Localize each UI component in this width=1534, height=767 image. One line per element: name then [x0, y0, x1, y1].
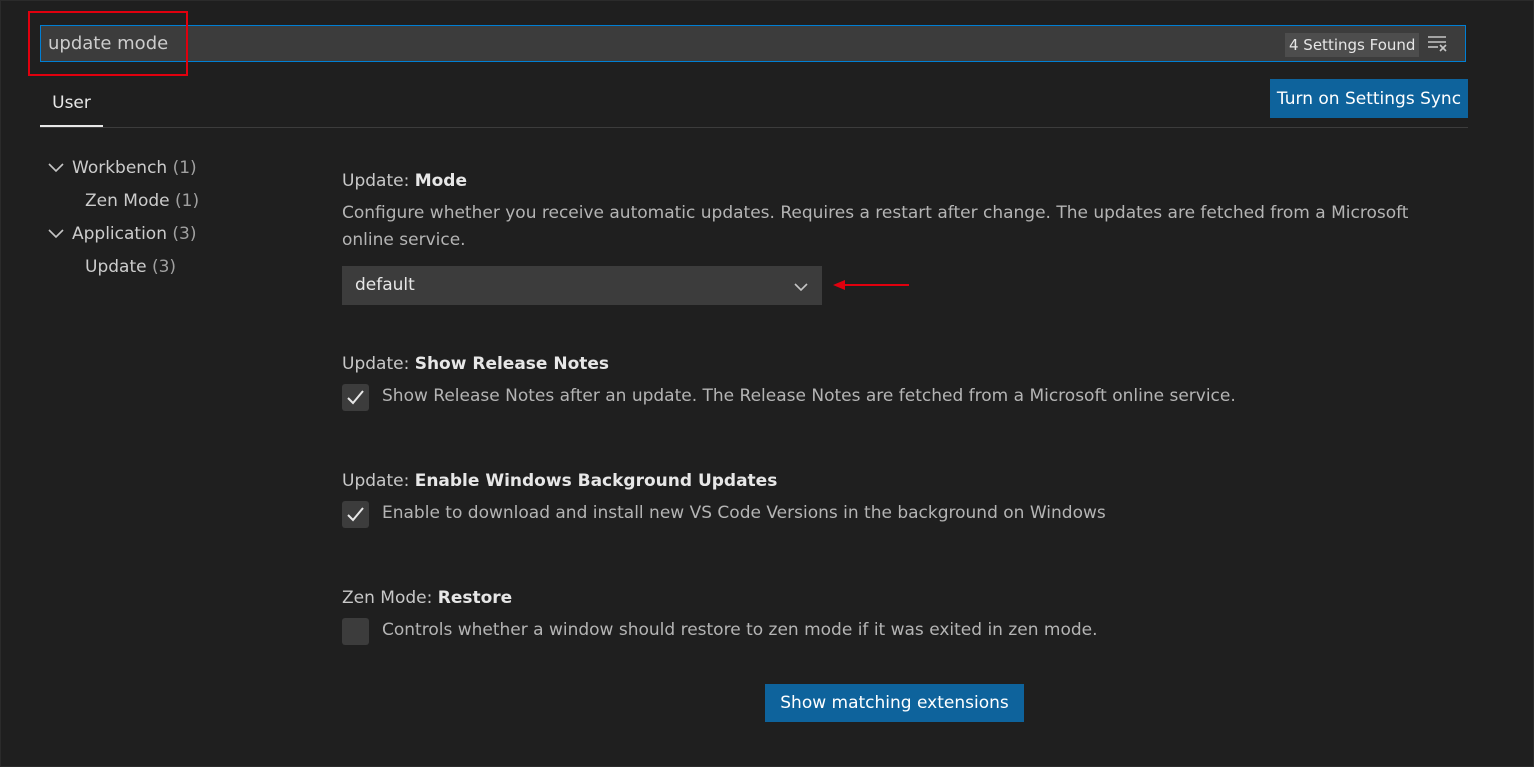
chevron-down-icon [48, 156, 64, 180]
annotation-highlight-box [28, 11, 188, 76]
setting-description: Show Release Notes after an update. The … [382, 386, 1236, 406]
clear-filter-icon[interactable] [1427, 34, 1449, 54]
select-value: default [355, 275, 415, 295]
setting-category: Update: [342, 171, 415, 191]
result-count-badge: 4 Settings Found [1285, 33, 1420, 57]
toc-item-zen-mode[interactable]: Zen Mode (1) [85, 189, 199, 213]
setting-key: Show Release Notes [414, 354, 610, 374]
toc-item-update[interactable]: Update (3) [85, 255, 176, 279]
setting-category: Zen Mode: [342, 588, 438, 608]
chevron-down-icon [793, 279, 809, 293]
setting-key: Enable Windows Background Updates [414, 471, 778, 491]
setting-title-update-mode: Update: Mode [342, 169, 467, 193]
toc-item-count: (1) [172, 158, 197, 178]
turn-on-settings-sync-button[interactable]: Turn on Settings Sync [1270, 79, 1468, 118]
search-box[interactable]: 4 Settings Found [40, 25, 1466, 62]
toc-item-application[interactable]: Application (3) [48, 222, 197, 246]
checkmark-icon [347, 507, 364, 522]
setting-key: Mode [414, 171, 467, 191]
setting-description: Enable to download and install new VS Co… [382, 503, 1106, 523]
tabs-divider [40, 127, 1468, 128]
toc-item-label: Application [72, 224, 167, 244]
toc-item-label: Workbench [72, 158, 168, 178]
toc-item-count: (3) [151, 257, 177, 277]
search-input[interactable] [48, 26, 1248, 61]
tab-user[interactable]: User [40, 89, 103, 127]
setting-category: Update: [342, 354, 415, 374]
zen-mode-restore-checkbox[interactable] [342, 618, 369, 645]
toc-item-label: Update [85, 257, 147, 277]
toc-item-count: (1) [175, 191, 200, 211]
show-matching-extensions-button[interactable]: Show matching extensions [765, 684, 1024, 722]
settings-editor: 4 Settings Found User Turn on Settings S… [0, 0, 1534, 767]
enable-windows-background-updates-checkbox[interactable] [342, 501, 369, 528]
toc-item-workbench[interactable]: Workbench (1) [48, 156, 197, 180]
chevron-down-icon [48, 222, 64, 246]
setting-title-zen-mode-restore: Zen Mode: Restore [342, 586, 512, 610]
toc-item-count: (3) [172, 224, 197, 244]
setting-description: Controls whether a window should restore… [382, 620, 1098, 640]
setting-title-enable-windows-background-updates: Update: Enable Windows Background Update… [342, 469, 777, 493]
checkmark-icon [347, 390, 364, 405]
setting-title-show-release-notes: Update: Show Release Notes [342, 352, 609, 376]
update-mode-select[interactable]: default [342, 266, 822, 305]
show-release-notes-checkbox[interactable] [342, 384, 369, 411]
setting-category: Update: [342, 471, 415, 491]
toc-item-label: Zen Mode [85, 191, 170, 211]
setting-description: Configure whether you receive automatic … [342, 203, 1409, 250]
setting-key: Restore [437, 588, 513, 608]
annotation-arrow-icon [833, 277, 913, 291]
